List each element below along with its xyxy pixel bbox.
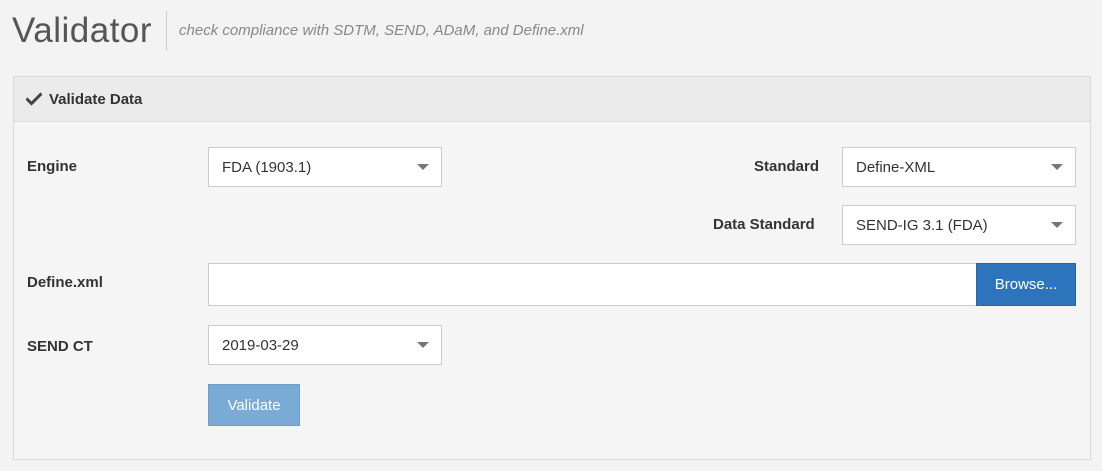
- engine-select-value: FDA (1903.1): [222, 158, 312, 176]
- chevron-down-icon: [417, 342, 429, 348]
- standard-select-value: Define-XML: [856, 158, 936, 176]
- data-standard-select[interactable]: SEND-IG 3.1 (FDA): [842, 205, 1076, 245]
- page-subtitle: check compliance with SDTM, SEND, ADaM, …: [179, 22, 584, 39]
- engine-select[interactable]: FDA (1903.1): [208, 147, 442, 187]
- data-standard-label: Data Standard: [713, 216, 815, 233]
- browse-button[interactable]: Browse...: [976, 263, 1076, 306]
- validate-data-panel: Validate Data Engine FDA (1903.1) Standa…: [13, 76, 1091, 460]
- panel-heading: Validate Data: [14, 77, 1090, 122]
- page-title: Validator: [12, 11, 153, 50]
- standard-select[interactable]: Define-XML: [842, 147, 1076, 187]
- page-header: Validator check compliance with SDTM, SE…: [12, 8, 584, 54]
- send-ct-select-value: 2019-03-29: [222, 336, 299, 354]
- define-xml-file-input[interactable]: [208, 263, 976, 306]
- panel-heading-label: Validate Data: [49, 90, 143, 108]
- send-ct-label: SEND CT: [27, 338, 93, 355]
- header-divider: [166, 11, 168, 51]
- validate-button[interactable]: Validate: [208, 384, 300, 426]
- check-icon: [25, 91, 43, 107]
- chevron-down-icon: [1051, 222, 1063, 228]
- engine-label: Engine: [27, 158, 78, 175]
- data-standard-select-value: SEND-IG 3.1 (FDA): [856, 216, 988, 234]
- chevron-down-icon: [1051, 164, 1063, 170]
- chevron-down-icon: [417, 164, 429, 170]
- define-xml-label: Define.xml: [27, 274, 103, 291]
- send-ct-select[interactable]: 2019-03-29: [208, 325, 442, 365]
- standard-label: Standard: [754, 158, 820, 175]
